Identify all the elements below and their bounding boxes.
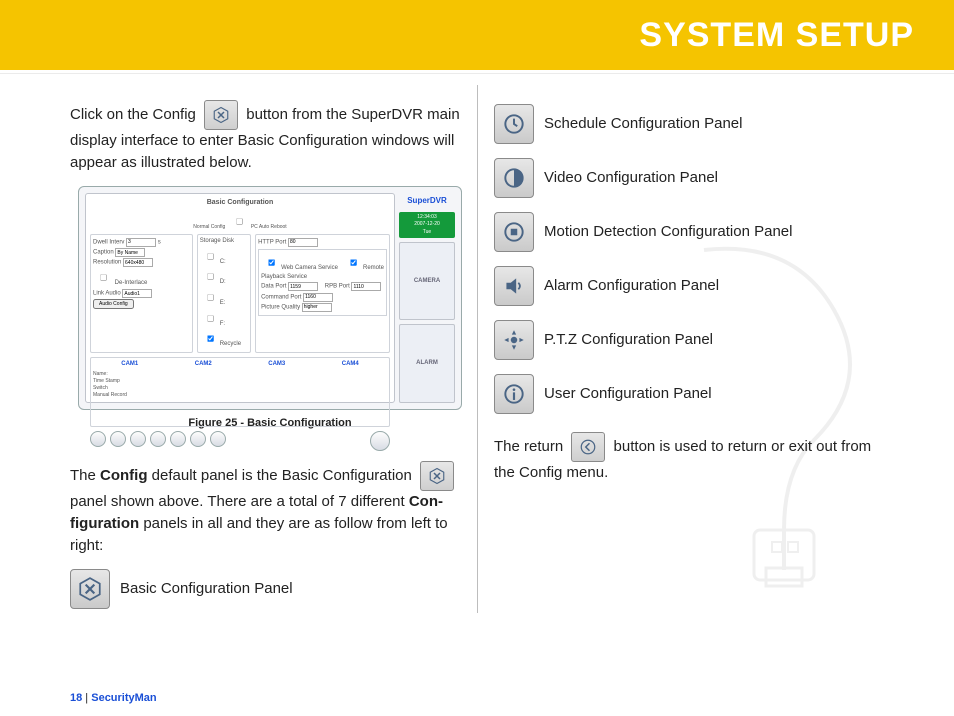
drive-d-check[interactable] [207,274,214,281]
footer-btn-6[interactable] [190,431,206,447]
link-audio-select[interactable] [122,289,152,298]
alarm-panel-label: Alarm Configuration Panel [544,275,719,297]
page-title: SYSTEM SETUP [639,16,914,55]
column-divider [477,85,478,613]
ptz-icon-box [494,320,534,360]
config-description: The Config default panel is the Basic Co… [70,461,470,556]
wrench-cross-icon [77,576,103,602]
footer-btn-2[interactable] [110,431,126,447]
window-footer-buttons [90,431,390,451]
drive-f-check[interactable] [207,315,214,322]
return-button-inline[interactable] [571,432,605,462]
schedule-icon-box [494,104,534,144]
ptz-panel-label: P.T.Z Configuration Panel [544,329,713,351]
window-subtitle: Normal Config PC Auto Reboot [90,212,390,231]
clock-icon [501,111,527,137]
drive-e-check[interactable] [207,294,214,301]
camera-grid: CAM1CAM2CAM3CAM4 Name:Time StampSwitchMa… [90,357,390,427]
contrast-icon [501,165,527,191]
basic-config-icon [70,569,110,609]
window-sidebar: SuperDVR 12:34:032007-12-20Tue CAMERA AL… [399,193,455,403]
figure-25: Basic Configuration Normal Config PC Aut… [70,186,470,432]
config-button-inline[interactable] [204,100,238,130]
panel-row-user: User Configuration Panel [494,374,894,414]
panel-row-basic: Basic Configuration Panel [70,569,470,609]
footer-btn-4[interactable] [150,431,166,447]
storage-group: Storage Disk C: D: E: F: Recycle [197,234,251,353]
panel-row-motion: Motion Detection Configuration Panel [494,212,894,252]
picture-quality-select[interactable] [302,303,332,312]
drive-c-check[interactable] [207,253,214,260]
caption-select[interactable] [115,248,145,257]
return-arrow-icon [579,438,597,456]
right-column: Schedule Configuration Panel Video Confi… [494,100,894,623]
panel-row-schedule: Schedule Configuration Panel [494,104,894,144]
panel-row-video: Video Configuration Panel [494,158,894,198]
alarm-icon-box [494,266,534,306]
dwell-input[interactable] [126,238,156,247]
panel-row-ptz: P.T.Z Configuration Panel [494,320,894,360]
http-port-input[interactable] [288,238,318,247]
header-band: SYSTEM SETUP [0,0,954,70]
user-icon-box [494,374,534,414]
footer-btn-3[interactable] [130,431,146,447]
auto-reboot-check[interactable] [237,218,244,225]
intro-text-pre: Click on the Config [70,106,200,123]
camera-side-label: CAMERA [399,242,455,320]
motion-panel-label: Motion Detection Configuration Panel [544,221,792,243]
page-number: 18 [70,692,82,704]
wrench-cross-icon [428,467,446,485]
remote-check[interactable] [350,259,357,266]
cmd-port-input[interactable] [303,293,333,302]
intro-paragraph: Click on the Config button from the Supe… [70,100,470,174]
left-column: Click on the Config button from the Supe… [70,100,470,623]
network-group: HTTP Port Web Camera Service Remote Play… [255,234,390,353]
data-port-input[interactable] [288,282,318,291]
info-icon [501,381,527,407]
wrench-cross-icon [212,106,230,124]
footer-btn-7[interactable] [210,431,226,447]
config-button-inline-2[interactable] [420,461,454,491]
video-panel-label: Video Configuration Panel [544,167,718,189]
grid-rows: Name:Time StampSwitchManual Record [93,371,387,399]
superdvr-logo: SuperDVR [399,193,455,209]
stop-square-icon [501,219,527,245]
motion-icon-box [494,212,534,252]
audio-config-button[interactable]: Audio Config [93,299,134,309]
general-group: Dwell Interv s Caption Resolution De-Int… [90,234,193,353]
return-paragraph: The return button is used to return or e… [494,432,894,484]
footer-brand: SecurityMan [91,692,156,704]
basic-panel-label: Basic Configuration Panel [120,578,293,600]
recycle-check[interactable] [207,336,214,343]
footer-btn-5[interactable] [170,431,186,447]
footer-return-btn[interactable] [370,431,390,451]
schedule-panel-label: Schedule Configuration Panel [544,113,742,135]
speaker-icon [501,273,527,299]
clock-box: 12:34:032007-12-20Tue [399,212,455,238]
footer-btn-1[interactable] [90,431,106,447]
deinterlace-check[interactable] [100,275,107,282]
video-icon-box [494,158,534,198]
alarm-side-label: ALARM [399,324,455,402]
page-footer: 18 | SecurityMan [70,692,157,704]
window-title: Basic Configuration [90,198,390,208]
panel-row-alarm: Alarm Configuration Panel [494,266,894,306]
rpb-port-input[interactable] [351,282,381,291]
user-panel-label: User Configuration Panel [544,383,712,405]
webcam-check[interactable] [268,259,275,266]
resolution-select[interactable] [123,258,153,267]
basic-config-window: Basic Configuration Normal Config PC Aut… [78,186,462,410]
dpad-icon [501,327,527,353]
